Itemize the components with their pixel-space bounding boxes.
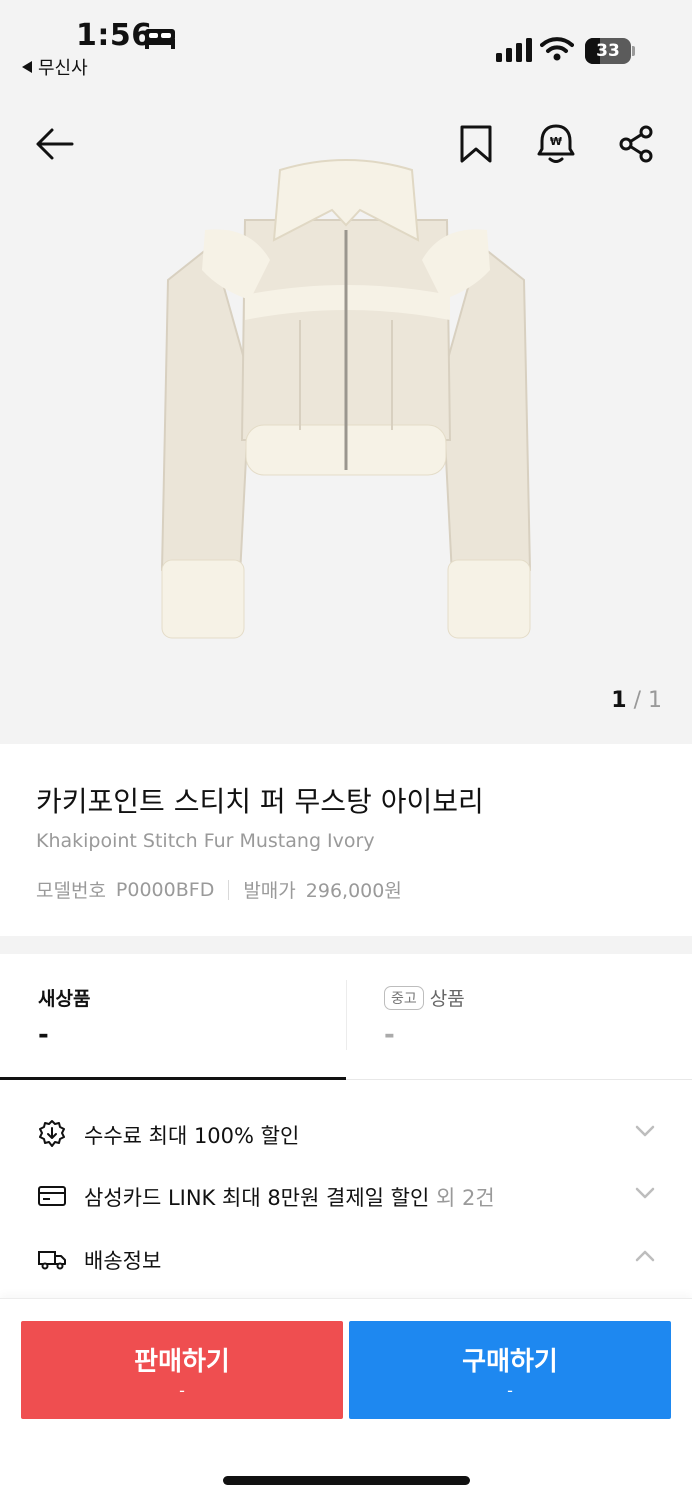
fee-discount-text: 수수료 최대 100% 할인: [84, 1124, 300, 1148]
used-badge: 중고: [384, 985, 424, 1010]
card-discount-text-group: 삼성카드 LINK 최대 8만원 결제일 할인 외 2건: [84, 1182, 495, 1212]
tab-used-product[interactable]: 중고 상품 -: [346, 954, 692, 1080]
card-discount-row[interactable]: 삼성카드 LINK 최대 8만원 결제일 할인 외 2건: [0, 1166, 692, 1226]
active-tab-indicator: [0, 1077, 346, 1080]
wifi-icon: [540, 37, 574, 61]
condition-tabs: 새상품 - 중고 상품 -: [0, 954, 692, 1080]
buy-button-label: 구매하기: [462, 1347, 558, 1377]
back-app-label: 무신사: [38, 58, 88, 79]
sell-button[interactable]: 판매하기 -: [21, 1321, 343, 1419]
card-discount-more: 외 2건: [429, 1186, 495, 1210]
price-alert-button[interactable]: ₩: [532, 120, 580, 168]
tab-new-label: 새상품: [38, 988, 91, 1010]
product-meta: 모델번호 P0000BFD 발매가 296,000원: [36, 876, 402, 903]
delivery-truck-icon: [38, 1251, 66, 1270]
discount-badge-icon-wrap: [36, 1118, 68, 1150]
product-info: 카키포인트 스티치 퍼 무스탕 아이보리 Khakipoint Stitch F…: [0, 744, 692, 936]
tab-new-product[interactable]: 새상품 -: [0, 954, 346, 1080]
battery-indicator: 33: [585, 38, 631, 64]
discount-badge-icon: [39, 1120, 65, 1147]
pager-total: / 1: [633, 688, 662, 713]
back-triangle-icon: [22, 61, 32, 73]
chevron-down-icon: [635, 1125, 655, 1137]
back-button[interactable]: [30, 120, 78, 168]
status-time: 1:56: [76, 18, 153, 53]
chevron-up-icon: [635, 1250, 655, 1262]
back-to-app-link[interactable]: 무신사: [22, 54, 88, 80]
fee-discount-row[interactable]: 수수료 최대 100% 할인: [0, 1104, 692, 1164]
shipping-info-row[interactable]: 배송정보: [0, 1229, 692, 1289]
buy-button[interactable]: 구매하기 -: [349, 1321, 671, 1419]
arrow-left-icon: [36, 128, 74, 160]
credit-card-icon: [38, 1186, 66, 1206]
bookmark-icon: [460, 125, 492, 163]
meta-divider: [228, 879, 230, 900]
tab-used-label: 상품: [429, 988, 465, 1010]
buy-button-price: -: [507, 1381, 513, 1400]
sell-button-price: -: [179, 1381, 185, 1400]
home-indicator[interactable]: [223, 1476, 470, 1485]
bookmark-button[interactable]: [452, 120, 500, 168]
chevron-down-icon: [635, 1187, 655, 1199]
pager-current: 1: [611, 688, 627, 713]
bed-icon: [145, 29, 175, 49]
tab-used-price: -: [384, 1020, 395, 1050]
model-number-value: P0000BFD: [115, 878, 215, 901]
product-title: 카키포인트 스티치 퍼 무스탕 아이보리: [36, 785, 484, 818]
share-icon: [619, 125, 653, 163]
credit-card-icon-wrap: [36, 1180, 68, 1212]
truck-icon-wrap: [36, 1243, 68, 1275]
model-number-label: 모델번호: [36, 880, 106, 902]
svg-text:₩: ₩: [550, 135, 562, 148]
product-title-english: Khakipoint Stitch Fur Mustang Ivory: [36, 830, 375, 852]
product-image-area: 1 / 1: [0, 0, 692, 744]
tab-used-label-group: 중고 상품: [384, 984, 465, 1011]
price-alert-bell-icon: ₩: [537, 124, 575, 163]
shipping-info-text: 배송정보: [84, 1249, 162, 1273]
cellular-signal-icon: [496, 38, 532, 62]
release-price-label: 발매가: [243, 880, 296, 902]
share-button[interactable]: [612, 120, 660, 168]
status-bar: 1:56 무신사 33: [0, 0, 692, 92]
sell-button-label: 판매하기: [134, 1347, 230, 1377]
product-image[interactable]: [150, 150, 542, 650]
card-discount-text: 삼성카드 LINK 최대 8만원 결제일 할인: [84, 1186, 430, 1210]
battery-percent: 33: [596, 41, 620, 61]
tab-new-price: -: [38, 1020, 49, 1050]
section-divider: [0, 936, 692, 954]
battery-nub: [632, 46, 635, 56]
bottom-action-bar: 판매하기 - 구매하기 -: [0, 1298, 692, 1500]
image-pager: 1 / 1: [611, 688, 662, 713]
release-price-value: 296,000원: [305, 880, 402, 902]
